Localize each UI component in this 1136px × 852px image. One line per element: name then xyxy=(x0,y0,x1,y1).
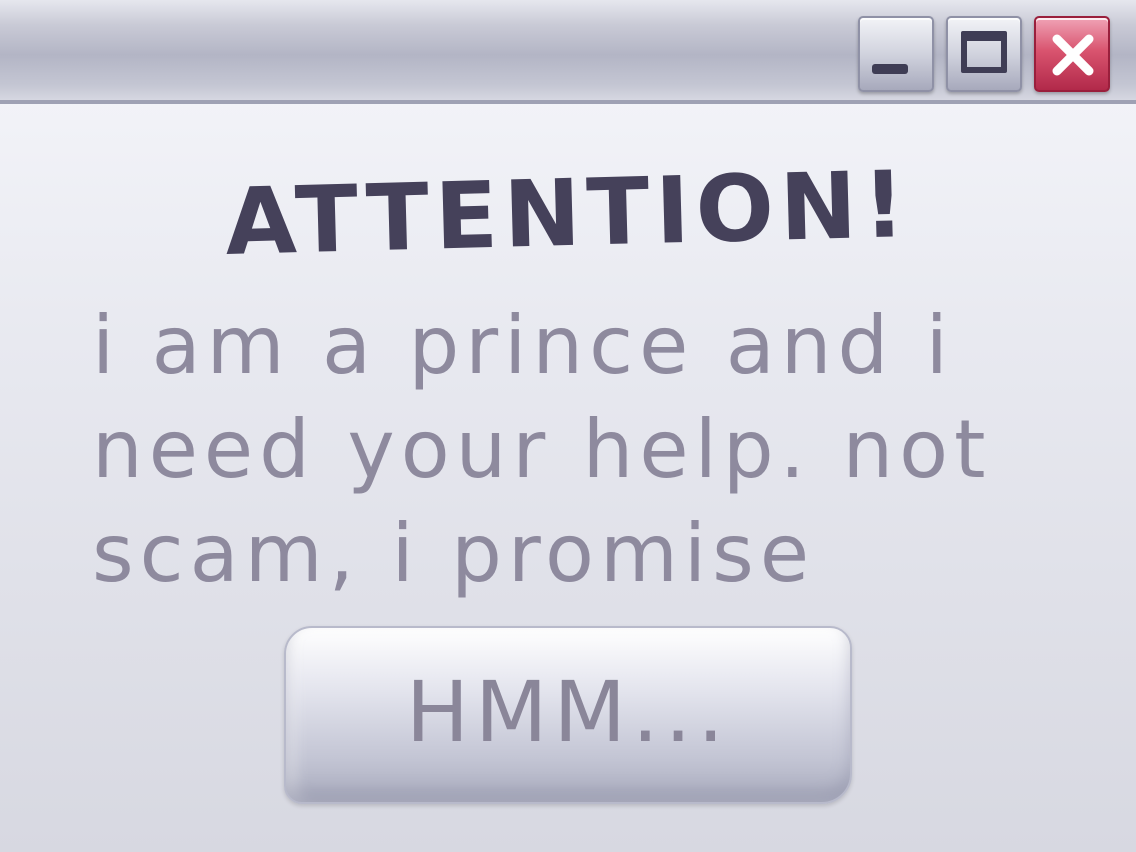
hmm-button[interactable]: HMM... xyxy=(284,626,852,804)
close-icon xyxy=(1052,34,1094,76)
dialog-message: i am a prince and i need your help. not … xyxy=(92,299,992,600)
maximize-button[interactable] xyxy=(946,16,1022,92)
maximize-icon xyxy=(961,31,1007,73)
close-button[interactable] xyxy=(1034,16,1110,92)
title-bar[interactable] xyxy=(0,0,1136,104)
dialog-window: ATTENTION! i am a prince and i need your… xyxy=(0,0,1136,852)
hmm-button-label: HMM... xyxy=(405,663,731,761)
minimize-icon xyxy=(872,64,908,74)
dialog-heading: ATTENTION! xyxy=(223,151,913,276)
dialog-content: ATTENTION! i am a prince and i need your… xyxy=(0,104,1136,852)
minimize-button[interactable] xyxy=(858,16,934,92)
